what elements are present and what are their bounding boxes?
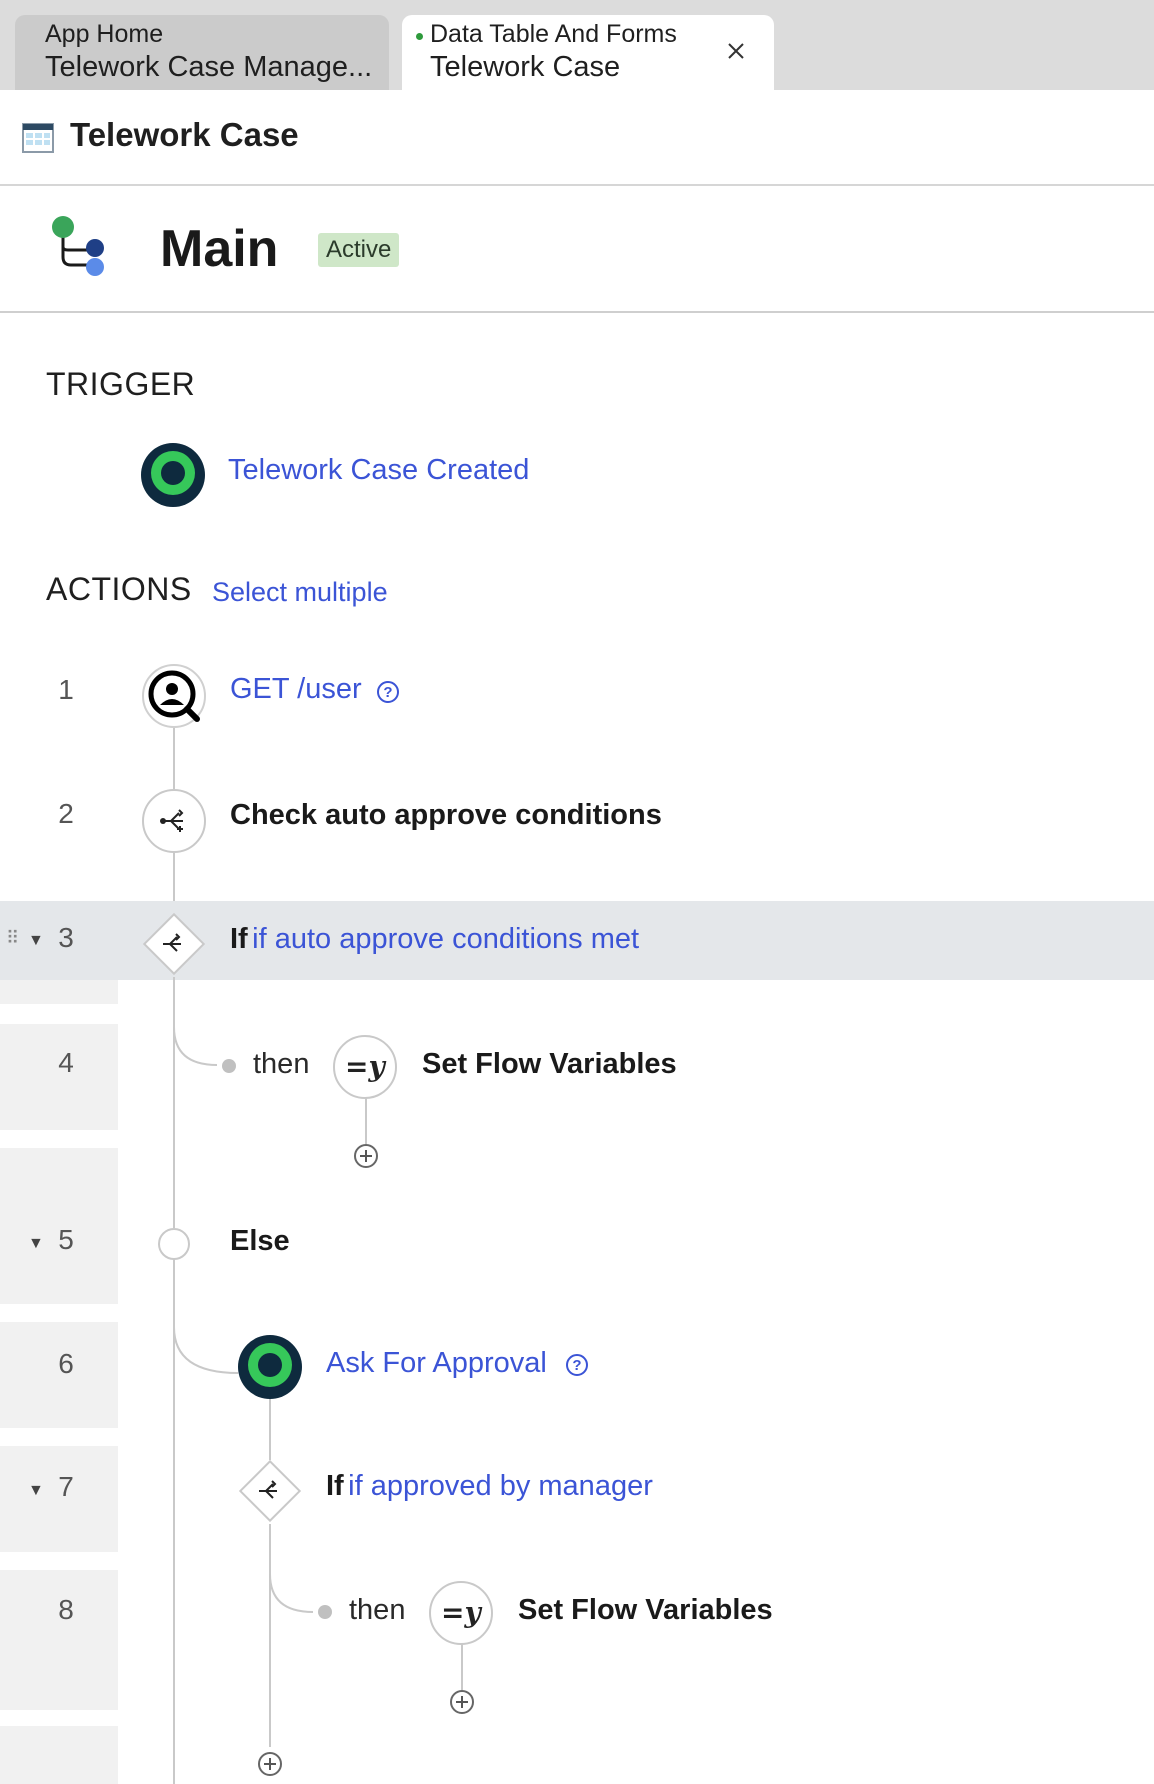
script-node[interactable] xyxy=(142,789,206,853)
tab-bar: App Home Telework Case Manage... Data Ta… xyxy=(0,0,1154,90)
row-gutter xyxy=(0,980,118,1004)
equals-y-icon: =y xyxy=(345,1050,385,1083)
row-gutter xyxy=(0,1726,118,1784)
row-number: 8 xyxy=(58,1594,74,1625)
then-label: then xyxy=(253,1048,310,1080)
condition-diamond-icon[interactable] xyxy=(141,911,207,977)
user-search-icon[interactable] xyxy=(141,663,207,729)
tab-title: App Home xyxy=(45,20,164,48)
connector-line xyxy=(173,726,175,789)
status-badge: Active xyxy=(318,233,400,267)
action-link-ask-for-approval[interactable]: Ask For Approval xyxy=(326,1347,547,1380)
if-keyword: If xyxy=(326,1470,344,1502)
connector-line xyxy=(173,850,175,901)
branch-curve xyxy=(173,977,218,1066)
condition-row-3[interactable]: If if auto approve conditions met xyxy=(230,923,639,956)
select-multiple-link[interactable]: Select multiple xyxy=(212,577,388,608)
action-label-check[interactable]: Check auto approve conditions xyxy=(230,799,662,832)
tab-app-home[interactable]: App Home Telework Case Manage... xyxy=(15,15,389,90)
action-label-set-flow-variables[interactable]: Set Flow Variables xyxy=(518,1594,773,1627)
divider xyxy=(0,311,1154,313)
connector-line xyxy=(365,1098,367,1144)
drag-handle-icon[interactable]: ⠿ xyxy=(6,928,19,949)
branch-dot xyxy=(222,1059,236,1073)
help-icon[interactable]: ? xyxy=(566,1354,588,1376)
close-icon[interactable] xyxy=(720,35,752,67)
actions-heading: ACTIONS xyxy=(46,571,192,607)
if-keyword: If xyxy=(230,923,248,955)
table-icon xyxy=(22,123,54,153)
app-logo-icon[interactable] xyxy=(237,1334,303,1400)
else-node[interactable] xyxy=(158,1228,190,1260)
add-step-icon[interactable] xyxy=(354,1144,378,1168)
row-number: 2 xyxy=(58,798,74,829)
set-variable-node[interactable]: =y xyxy=(333,1035,397,1099)
action-label-set-flow-variables[interactable]: Set Flow Variables xyxy=(422,1048,677,1081)
add-step-icon[interactable] xyxy=(258,1752,282,1776)
connector-line xyxy=(461,1644,463,1690)
collapse-caret-icon[interactable]: ▼ xyxy=(28,1482,44,1500)
add-step-icon[interactable] xyxy=(450,1690,474,1714)
divider xyxy=(0,184,1154,186)
flow-icon xyxy=(52,216,104,276)
condition-link[interactable]: if approved by manager xyxy=(348,1470,653,1502)
row-number: 5 xyxy=(58,1224,74,1255)
row-number: 1 xyxy=(58,674,74,705)
row-number: 3 xyxy=(58,922,74,953)
app-logo-icon[interactable] xyxy=(140,442,206,508)
row-number: 4 xyxy=(58,1047,74,1078)
then-label: then xyxy=(349,1594,406,1626)
set-variable-node[interactable]: =y xyxy=(429,1581,493,1645)
active-dot-icon xyxy=(416,33,423,40)
tab-data-table-and-forms[interactable]: Data Table And Forms Telework Case xyxy=(402,15,774,90)
row-gutter xyxy=(0,1570,118,1710)
connector-line xyxy=(269,1397,271,1460)
branch-dot xyxy=(318,1605,332,1619)
action-link-get-user[interactable]: GET /user xyxy=(230,673,362,706)
trigger-heading: TRIGGER xyxy=(46,366,196,402)
condition-row-7[interactable]: If if approved by manager xyxy=(326,1470,653,1503)
row-number: 6 xyxy=(58,1348,74,1379)
help-icon[interactable]: ? xyxy=(377,681,399,703)
collapse-caret-icon[interactable]: ▼ xyxy=(28,1235,44,1253)
tab-subtitle: Telework Case Manage... xyxy=(45,51,373,83)
page-title: Telework Case xyxy=(70,116,299,153)
collapse-caret-icon[interactable]: ▼ xyxy=(28,932,44,950)
trigger-link[interactable]: Telework Case Created xyxy=(228,454,529,487)
condition-link[interactable]: if auto approve conditions met xyxy=(252,923,639,955)
flow-title: Main xyxy=(160,220,279,278)
else-label[interactable]: Else xyxy=(230,1225,290,1258)
row-number: 7 xyxy=(58,1471,74,1502)
condition-diamond-icon[interactable] xyxy=(237,1458,303,1524)
branch-icon xyxy=(160,809,184,832)
branch-curve xyxy=(269,1524,314,1613)
equals-y-icon: =y xyxy=(441,1596,481,1629)
